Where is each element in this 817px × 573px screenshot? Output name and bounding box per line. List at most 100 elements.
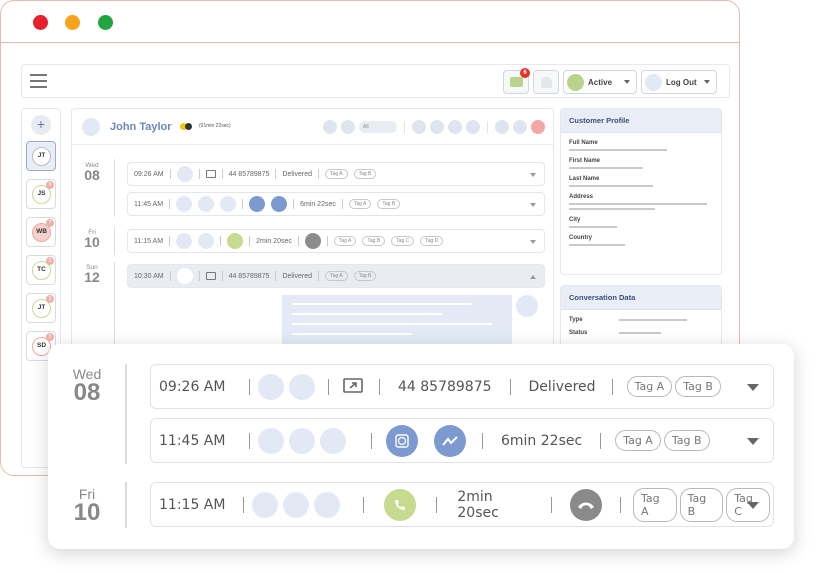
- row-time: 10:30 AM: [134, 272, 164, 280]
- chevron-down-icon[interactable]: [747, 384, 759, 391]
- pause-icon[interactable]: [513, 120, 527, 134]
- row-duration: 2min 20sec: [457, 488, 499, 521]
- avatar: [176, 196, 193, 212]
- unread-badge: 5: [46, 181, 54, 189]
- tag-chip[interactable]: Tag A: [348, 199, 372, 209]
- row-status: Delivered: [282, 170, 313, 178]
- window-titlebar: [1, 1, 739, 43]
- sms-icon: [343, 378, 363, 393]
- tag-chip[interactable]: Tag B: [362, 236, 386, 246]
- message-icon: [509, 77, 523, 87]
- date-marker: Wed 08: [78, 162, 106, 182]
- avatar: [320, 427, 346, 454]
- row-duration: 6min 22sec: [300, 200, 336, 208]
- contact-item[interactable]: TC 3: [26, 255, 56, 285]
- tag-chip[interactable]: Tag A: [333, 236, 357, 246]
- timer-icon[interactable]: [430, 120, 444, 134]
- row-time: 11:45 AM: [159, 432, 226, 449]
- contact-item[interactable]: JS 5: [26, 179, 56, 209]
- avatar: [289, 427, 315, 454]
- chevron-down-icon[interactable]: [530, 203, 536, 207]
- hangup-icon[interactable]: [531, 120, 545, 134]
- row-duration: 2min 20sec: [256, 237, 292, 245]
- chevron-down-icon: [624, 80, 630, 84]
- chevron-down-icon[interactable]: [747, 502, 759, 509]
- row-time: 11:45 AM: [134, 200, 164, 208]
- tag-chip[interactable]: Tag A: [626, 376, 673, 397]
- chevron-down-icon[interactable]: [530, 173, 536, 177]
- minimize-window-dot[interactable]: [65, 15, 80, 30]
- field-label: Country: [569, 235, 592, 241]
- status-dropdown[interactable]: Active: [563, 70, 637, 94]
- tag-chip[interactable]: Tag B: [679, 487, 724, 522]
- status-indicator-icon: [567, 73, 584, 91]
- call-timer: (01min 22sec): [199, 123, 231, 129]
- day-number: 10: [73, 499, 101, 526]
- tag-chip[interactable]: Tag A: [632, 487, 677, 522]
- tag-chip[interactable]: Tag A: [325, 271, 348, 281]
- messages-button[interactable]: 6: [503, 68, 530, 94]
- tag-chip[interactable]: Tag D: [420, 236, 444, 246]
- web-icon: [249, 196, 266, 212]
- group-icon[interactable]: [412, 120, 426, 134]
- message-count-badge: 6: [520, 68, 530, 78]
- conversation-header: John Taylor (01min 22sec) All: [72, 109, 553, 145]
- hand-icon[interactable]: [466, 120, 480, 134]
- field-label: Full Name: [569, 140, 598, 146]
- avatar: [220, 196, 237, 212]
- chevron-down-icon: [704, 80, 710, 84]
- chevron-down-icon[interactable]: [530, 240, 536, 244]
- avatar: [252, 491, 279, 518]
- contact-item[interactable]: JT 3: [26, 293, 56, 323]
- tag-chip[interactable]: Tag B: [377, 199, 401, 209]
- calendar-icon[interactable]: [323, 120, 337, 134]
- field-label: First Name: [569, 158, 601, 164]
- menu-icon[interactable]: [30, 74, 47, 88]
- status-label: Active: [588, 77, 613, 87]
- tag-chip[interactable]: Tag B: [675, 376, 721, 397]
- incoming-call-icon: [384, 488, 417, 521]
- tag-chip[interactable]: Tag A: [615, 430, 661, 451]
- unread-badge: 3: [46, 257, 54, 265]
- zoomed-activity-panel: Wed 08 09:26 AM 44 85789875 Delivered Ta…: [48, 344, 794, 549]
- notifications-button[interactable]: [533, 70, 559, 94]
- filter-select[interactable]: All: [359, 121, 397, 133]
- contact-avatar: JT: [32, 147, 51, 166]
- search-icon[interactable]: [341, 120, 355, 134]
- avatar: [258, 373, 284, 400]
- messenger-icon: [271, 196, 288, 212]
- tag-chip[interactable]: Tag B: [353, 271, 377, 281]
- contact-item[interactable]: WB 7: [26, 217, 56, 247]
- tag-chip[interactable]: Tag B: [353, 169, 377, 179]
- activity-row[interactable]: 11:15 AM 2min 20sec Tag A Tag B Tag C: [150, 482, 774, 527]
- tag-chip[interactable]: Tag C: [391, 236, 415, 246]
- activity-row[interactable]: 11:45 AM 6min 22sec Tag A Tag B: [127, 192, 545, 216]
- tag-chip[interactable]: Tag A: [325, 169, 348, 179]
- chevron-up-icon[interactable]: [530, 275, 536, 279]
- incoming-call-icon: [227, 233, 244, 249]
- transfer-icon[interactable]: [448, 120, 462, 134]
- add-contact-button[interactable]: +: [31, 115, 51, 135]
- day-number: 10: [84, 234, 100, 250]
- activity-row[interactable]: 09:26 AM 44 85789875 Delivered Tag A Tag…: [127, 162, 545, 186]
- tag-chip[interactable]: Tag B: [663, 430, 710, 451]
- microphone-icon[interactable]: [495, 120, 509, 134]
- row-phone: 44 85789875: [228, 170, 270, 178]
- unread-badge: 5: [46, 333, 54, 341]
- logout-dropdown[interactable]: Log Out: [641, 70, 717, 94]
- maximize-window-dot[interactable]: [98, 15, 113, 30]
- activity-row[interactable]: 09:26 AM 44 85789875 Delivered Tag A Tag…: [150, 364, 774, 409]
- contact-item[interactable]: JT: [26, 141, 56, 171]
- date-marker: Sun 12: [78, 264, 106, 284]
- chevron-down-icon[interactable]: [747, 438, 759, 445]
- date-marker: Fri 10: [62, 486, 112, 526]
- activity-row[interactable]: 11:15 AM 2min 20sec Tag A Tag B Tag C Ta…: [127, 229, 545, 253]
- avatar: [198, 196, 215, 212]
- close-window-dot[interactable]: [33, 15, 48, 30]
- activity-row[interactable]: 11:45 AM 6min 22sec Tag A Tag B: [150, 418, 774, 463]
- messenger-icon: [434, 424, 466, 457]
- activity-row[interactable]: 10:30 AM 44 85789875 Delivered Tag A Tag…: [127, 264, 545, 288]
- avatar: [516, 295, 538, 317]
- day-number: 08: [84, 167, 100, 183]
- row-duration: 6min 22sec: [501, 432, 583, 449]
